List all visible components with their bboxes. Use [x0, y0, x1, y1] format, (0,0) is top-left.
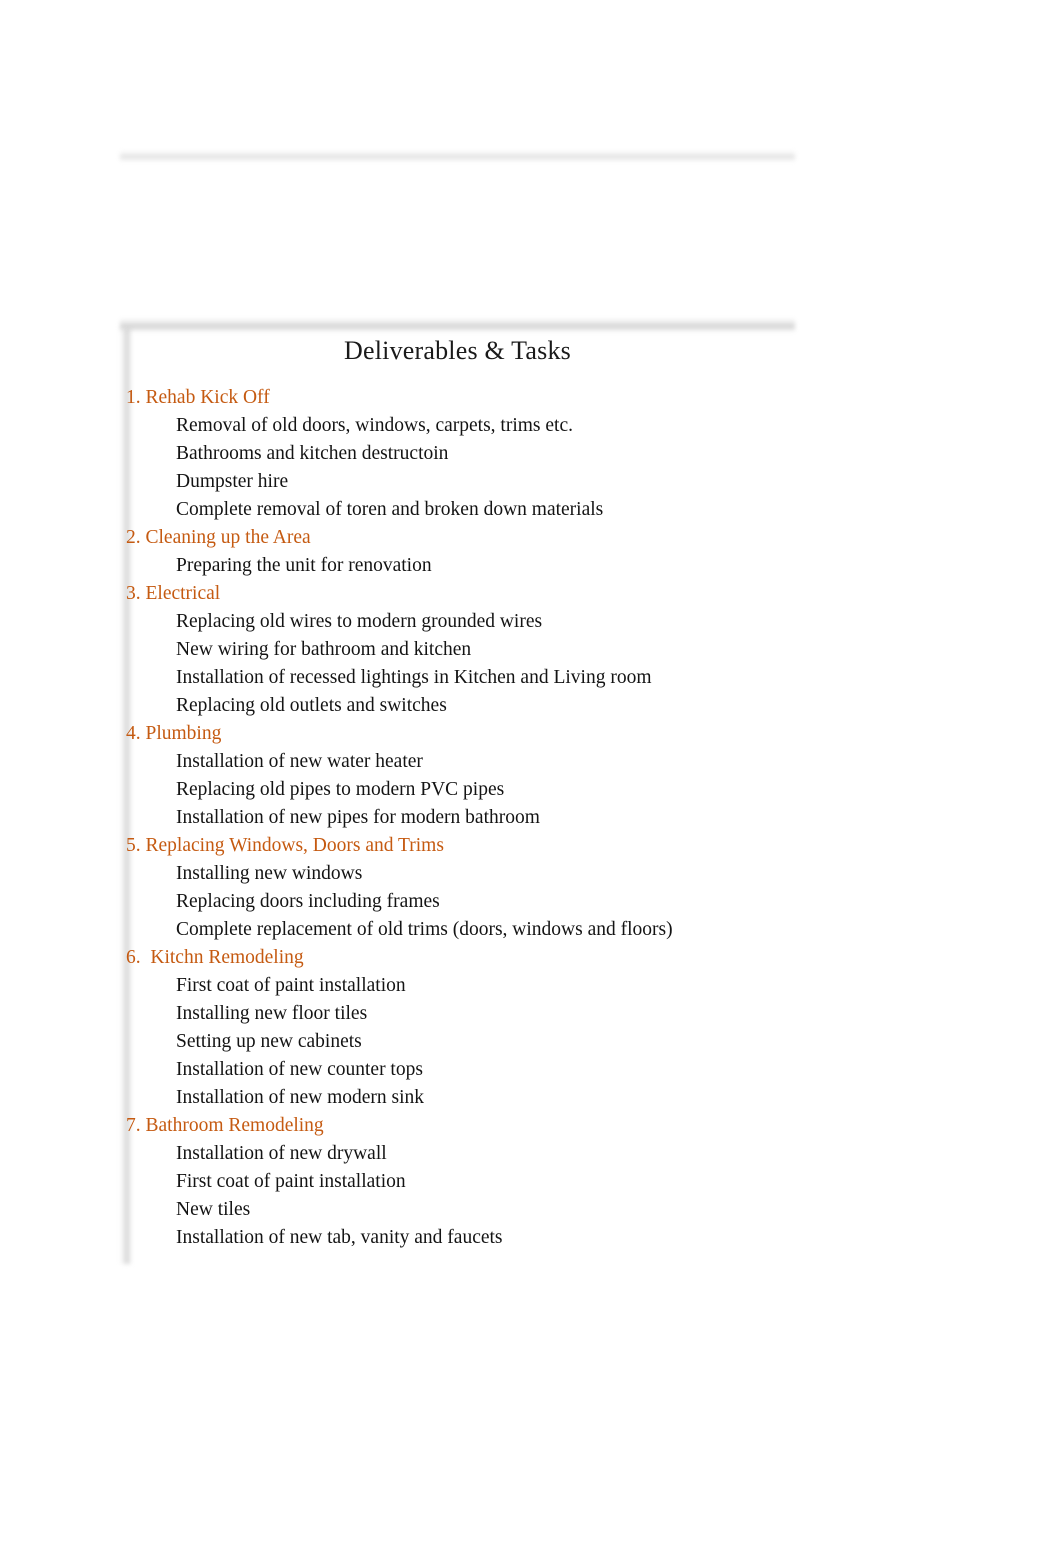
task-row: Complete replacement of old trims (doors… [176, 919, 673, 940]
task-row: Installing new windows [176, 863, 363, 884]
document-page: Deliverables & Tasks 1. Rehab Kick Off Re… [0, 0, 1062, 1561]
task-row: Setting up new cabinets [176, 1031, 362, 1052]
task-row: Replacing old wires to modern grounded w… [176, 611, 543, 632]
section-header: 1. Rehab Kick Off [120, 384, 795, 412]
task-row: Installation of new water heater [176, 751, 423, 772]
task-row: Removal of old doors, windows, carpets, … [176, 415, 573, 436]
section-header: 4. Plumbing [120, 720, 795, 748]
page-top-rule [120, 150, 795, 162]
task-row: Replacing old pipes to modern PVC pipes [176, 779, 505, 800]
task-row: Dumpster hire [176, 471, 289, 492]
task-row: Installation of new counter tops [176, 1059, 423, 1080]
task-row: Installation of recessed lightings in Ki… [176, 667, 652, 688]
section-header-label: 5. Replacing Windows, Doors and Trims [126, 835, 444, 856]
deliverable-section: 1. Rehab Kick Off Removal of old doors, w… [120, 384, 795, 524]
task-row: Installing new floor tiles [176, 1003, 368, 1024]
task-row: Installation of new drywall [176, 1143, 387, 1164]
task-row: Preparing the unit for renovation [176, 555, 432, 576]
section-header-label: 2. Cleaning up the Area [126, 527, 311, 548]
task-row: Replacing old outlets and switches [176, 695, 447, 716]
page-title: Deliverables & Tasks [344, 336, 571, 365]
task-row: First coat of paint installation [176, 975, 406, 996]
task-row: New wiring for bathroom and kitchen [176, 639, 472, 660]
section-header: 3. Electrical [120, 580, 795, 608]
deliverable-section: 7. Bathroom Remodeling Installation of ne… [120, 1112, 795, 1252]
section-header: 5. Replacing Windows, Doors and Trims [120, 832, 795, 860]
task-row: New tiles [176, 1199, 251, 1220]
deliverable-section: 5. Replacing Windows, Doors and Trims Ins… [120, 832, 795, 944]
section-header: 7. Bathroom Remodeling [120, 1112, 795, 1140]
task-row: Installation of new modern sink [176, 1087, 425, 1108]
task-row: Replacing doors including frames [176, 891, 440, 912]
section-header: 6. Kitchn Remodeling [120, 944, 795, 972]
deliverable-section: 6. Kitchn Remodeling First coat of paint … [120, 944, 795, 1112]
deliverable-section: 3. Electrical Replacing old wires to mode… [120, 580, 795, 720]
deliverable-section: 2. Cleaning up the Area Preparing the uni… [120, 524, 795, 580]
section-header-label: 3. Electrical [126, 583, 221, 604]
sections-container: 1. Rehab Kick Off Removal of old doors, w… [120, 384, 795, 1252]
task-row: Installation of new pipes for modern bat… [176, 807, 540, 828]
section-header: 2. Cleaning up the Area [120, 524, 795, 552]
deliverable-section: 4. Plumbing Installation of new water hea… [120, 720, 795, 832]
task-row: Complete removal of toren and broken dow… [176, 499, 604, 520]
task-row: Installation of new tab, vanity and fauc… [176, 1227, 503, 1248]
section-header-rule [120, 588, 795, 604]
section-header-label: 4. Plumbing [126, 723, 222, 744]
deliverables-table: Deliverables & Tasks 1. Rehab Kick Off Re… [120, 318, 795, 1264]
section-header-label: 6. Kitchn Remodeling [126, 947, 304, 968]
section-header-label: 7. Bathroom Remodeling [126, 1115, 324, 1136]
task-row: First coat of paint installation [176, 1171, 406, 1192]
section-header-label: 1. Rehab Kick Off [126, 387, 270, 408]
task-row: Bathrooms and kitchen destructoin [176, 443, 449, 464]
